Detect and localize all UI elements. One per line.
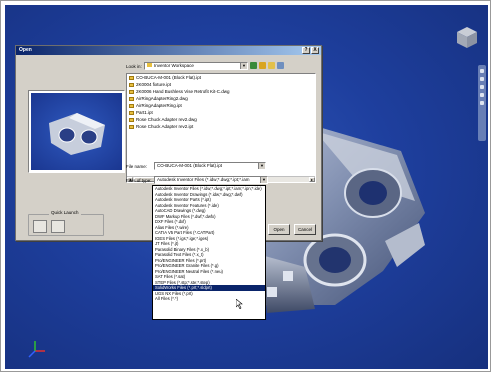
up-folder-icon[interactable] bbox=[259, 62, 266, 69]
chevron-down-icon[interactable]: ▼ bbox=[258, 163, 265, 169]
preview-image bbox=[31, 93, 122, 170]
look-in-value: Inventor Workspace bbox=[154, 63, 194, 68]
file-name: CO-BUCA-M-001 (Block Flat).ipt bbox=[136, 75, 202, 80]
cancel-button[interactable]: Cancel bbox=[294, 224, 316, 235]
new-file-button[interactable] bbox=[33, 220, 47, 233]
screenshot-frame: Open ? X Look in: Inventor Workspace ▼ C… bbox=[0, 0, 491, 372]
chevron-down-icon[interactable]: ▼ bbox=[240, 63, 247, 69]
file-icon bbox=[129, 103, 134, 108]
files-of-type-label: Files of type: bbox=[126, 178, 152, 183]
file-icon bbox=[129, 75, 134, 80]
folder-icon bbox=[147, 63, 152, 67]
file-name-value: CO-BUCA-M-001 (Block Flat).ipt bbox=[157, 163, 223, 168]
file-type-option[interactable]: All Files (*.*) bbox=[153, 296, 265, 302]
orbit-icon[interactable] bbox=[480, 85, 484, 89]
file-name-input[interactable]: CO-BUCA-M-001 (Block Flat).ipt ▼ bbox=[154, 162, 266, 170]
file-list-item[interactable]: 2K0006 Hand Bushless Vise Retrofit Kit-C… bbox=[127, 88, 315, 95]
file-icon bbox=[129, 124, 134, 129]
dialog-titlebar[interactable]: Open ? X bbox=[16, 46, 321, 55]
file-list-item[interactable]: Part1.ipt bbox=[127, 109, 315, 116]
files-of-type-select[interactable]: Autodesk Inventor Files (*.idw;*.dwg;*.i… bbox=[154, 176, 268, 184]
close-button[interactable]: X bbox=[311, 47, 319, 54]
look-in-select[interactable]: Inventor Workspace ▼ bbox=[144, 62, 248, 70]
projects-button[interactable] bbox=[51, 220, 65, 233]
file-icon bbox=[129, 82, 134, 87]
files-of-type-value: Autodesk Inventor Files (*.idw;*.dwg;*.i… bbox=[157, 177, 250, 182]
graphics-viewport[interactable]: Open ? X Look in: Inventor Workspace ▼ C… bbox=[5, 5, 488, 369]
quick-launch-label: Quick Launch bbox=[49, 210, 81, 215]
file-name: Rose Chuck Adapter rev2.ipt bbox=[136, 124, 194, 129]
file-type-dropdown[interactable]: Autodesk Inventor Files (*.idw;*.dwg;*.i… bbox=[152, 185, 266, 320]
file-list-item[interactable]: Rose Chuck Adapter rev2.ipt bbox=[127, 123, 315, 130]
file-list-item[interactable]: CO-BUCA-M-001 (Block Flat).ipt bbox=[127, 74, 315, 81]
file-name: Rose Chuck Adapter rev2.dwg bbox=[136, 117, 197, 122]
quick-launch-group: Quick Launch bbox=[28, 210, 104, 236]
file-icon bbox=[129, 117, 134, 122]
file-name-label: File name: bbox=[126, 164, 148, 169]
navigation-bar[interactable] bbox=[478, 65, 486, 141]
file-name: Part1.ipt bbox=[136, 110, 153, 115]
views-menu-icon[interactable] bbox=[277, 62, 284, 69]
mouse-cursor-icon bbox=[236, 299, 243, 309]
look-in-label: Look in: bbox=[126, 64, 142, 69]
file-list-item[interactable]: 2K0004 fixture.ipt bbox=[127, 81, 315, 88]
file-name: 2K0004 fixture.ipt bbox=[136, 82, 172, 87]
dialog-title: Open bbox=[19, 47, 32, 53]
pan-icon[interactable] bbox=[480, 69, 484, 73]
file-list-item[interactable]: AirRingAdapterRing2.dwg bbox=[127, 95, 315, 102]
back-icon[interactable] bbox=[250, 62, 257, 69]
new-folder-icon[interactable] bbox=[268, 62, 275, 69]
file-list-item[interactable]: Rose Chuck Adapter rev2.dwg bbox=[127, 116, 315, 123]
help-button[interactable]: ? bbox=[302, 47, 310, 54]
file-name: AirRingAdapterRing2.dwg bbox=[136, 96, 188, 101]
file-name: AirRingAdapterRing.ipt bbox=[136, 103, 182, 108]
open-button[interactable]: Open bbox=[268, 224, 290, 235]
look-at-icon[interactable] bbox=[480, 93, 484, 97]
file-list-item[interactable]: AirRingAdapterRing.ipt bbox=[127, 102, 315, 109]
file-icon bbox=[129, 96, 134, 101]
zoom-icon[interactable] bbox=[480, 77, 484, 81]
view-cube-icon[interactable] bbox=[455, 25, 479, 49]
file-type-option[interactable]: Autodesk Inventor Files (*.idw;*.dwg;*.i… bbox=[153, 186, 265, 192]
preview-pane bbox=[28, 90, 125, 173]
scroll-right-icon[interactable]: ▸ bbox=[309, 177, 315, 182]
chevron-down-icon[interactable]: ▼ bbox=[260, 177, 267, 183]
file-icon bbox=[129, 89, 134, 94]
file-icon bbox=[129, 110, 134, 115]
file-name: 2K0006 Hand Bushless Vise Retrofit Kit-C… bbox=[136, 89, 230, 94]
axis-triad-icon bbox=[28, 341, 45, 358]
steering-wheel-icon[interactable] bbox=[480, 101, 484, 105]
